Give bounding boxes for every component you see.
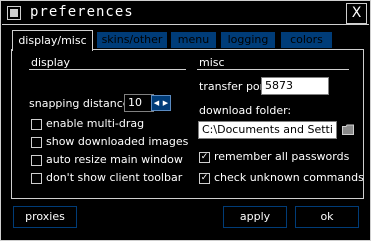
ok-button[interactable]: ok bbox=[295, 206, 359, 228]
transfer-port-input[interactable]: 5873 bbox=[261, 77, 329, 95]
snapping-distance-stepper[interactable]: ◀ ▶ bbox=[151, 95, 171, 111]
tab-skins-other[interactable]: skins/other bbox=[97, 32, 167, 48]
misc-heading: misc bbox=[199, 56, 225, 69]
label-check-unknown-commands: check unknown commands bbox=[214, 171, 364, 184]
proxies-button[interactable]: proxies bbox=[13, 206, 77, 228]
download-folder-label: download folder: bbox=[199, 104, 292, 117]
display-divider bbox=[29, 69, 186, 70]
label-dont-show-client-toolbar: don't show client toolbar bbox=[46, 171, 183, 184]
label-enable-multi-drag: enable multi-drag bbox=[46, 117, 145, 130]
display-heading: display bbox=[31, 56, 71, 69]
checkbox-check-unknown-commands[interactable]: ✓ bbox=[199, 173, 210, 184]
stepper-up-icon[interactable]: ▶ bbox=[161, 96, 170, 110]
apply-button[interactable]: apply bbox=[223, 206, 287, 228]
checkbox-show-downloaded-images[interactable] bbox=[31, 137, 42, 148]
checkbox-remember-all-passwords[interactable]: ✓ bbox=[199, 152, 210, 163]
label-auto-resize-main-window: auto resize main window bbox=[46, 153, 183, 166]
snapping-distance-input[interactable]: 10 bbox=[124, 94, 154, 112]
stepper-down-icon[interactable]: ◀ bbox=[152, 96, 161, 110]
app-icon bbox=[7, 6, 21, 20]
misc-divider bbox=[197, 69, 349, 70]
tab-logging[interactable]: logging bbox=[221, 32, 275, 48]
checkbox-auto-resize-main-window[interactable] bbox=[31, 155, 42, 166]
checkbox-enable-multi-drag[interactable] bbox=[31, 119, 42, 130]
preferences-window: preferences X display/misc skins/other m… bbox=[0, 0, 371, 241]
snapping-distance-label: snapping distance: bbox=[29, 97, 134, 110]
tab-display-misc[interactable]: display/misc bbox=[12, 30, 93, 51]
window-title: preferences bbox=[30, 4, 134, 20]
tab-menu[interactable]: menu bbox=[171, 32, 216, 48]
label-remember-all-passwords: remember all passwords bbox=[214, 150, 350, 163]
title-bar[interactable]: preferences X bbox=[2, 2, 369, 25]
checkbox-dont-show-client-toolbar[interactable] bbox=[31, 173, 42, 184]
folder-icon[interactable] bbox=[342, 124, 354, 135]
label-show-downloaded-images: show downloaded images bbox=[46, 135, 189, 148]
download-folder-input[interactable]: C:\Documents and Setti bbox=[198, 121, 337, 139]
close-button[interactable]: X bbox=[346, 3, 367, 24]
tab-colors[interactable]: colors bbox=[281, 32, 332, 48]
